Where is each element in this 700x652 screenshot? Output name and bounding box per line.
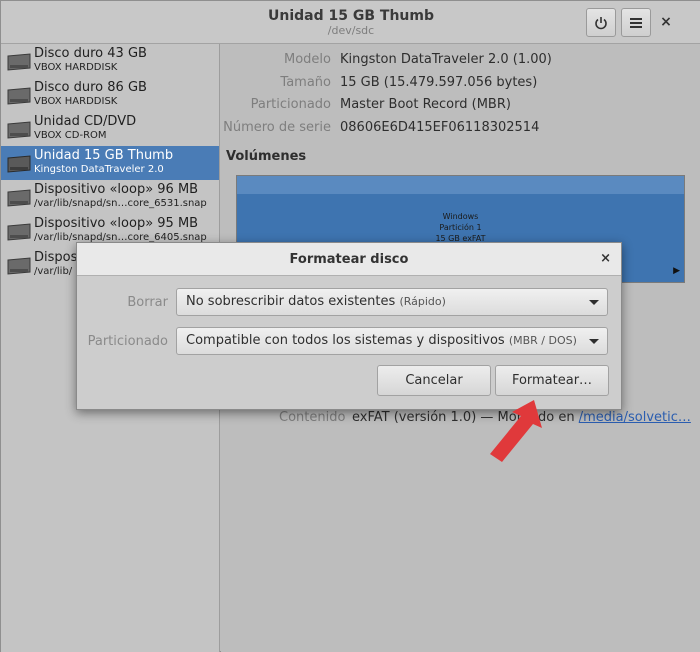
drive-name: Unidad CD/DVD	[34, 114, 137, 129]
serial-value: 08606E6D415EF06118302514	[340, 120, 540, 135]
drive-subtitle: VBOX HARDDISK	[34, 96, 118, 107]
loop-device-icon	[7, 223, 31, 241]
power-button[interactable]	[586, 8, 616, 37]
window-close-button[interactable]: ×	[655, 11, 677, 33]
optical-drive-icon	[7, 121, 31, 139]
hard-disk-icon	[7, 87, 31, 105]
drive-subtitle: Kingston DataTraveler 2.0	[34, 164, 164, 175]
hard-disk-icon	[7, 53, 31, 71]
cancel-button[interactable]: Cancelar	[377, 365, 491, 396]
drive-name: Dispos	[34, 250, 78, 265]
drive-subtitle: VBOX CD-ROM	[34, 130, 107, 141]
volumes-heading: Volúmenes	[226, 149, 307, 164]
erase-label: Borrar	[127, 295, 168, 310]
volume-label: Windows	[442, 212, 479, 221]
chevron-down-icon	[589, 339, 599, 344]
chevron-down-icon	[589, 300, 599, 305]
play-arrow-icon: ▶	[673, 266, 680, 276]
loop-device-icon	[7, 257, 31, 275]
erase-hint: (Rápido)	[399, 295, 446, 308]
volume-top-strip	[237, 176, 684, 194]
model-value: Kingston DataTraveler 2.0 (1.00)	[340, 52, 552, 67]
partitioning-option: Compatible con todos los sistemas y disp…	[186, 333, 505, 348]
model-label: Modelo	[284, 52, 331, 67]
format-button[interactable]: Formatear…	[495, 365, 609, 396]
dialog-header: Formatear disco ×	[77, 243, 621, 276]
dialog-close-button[interactable]: ×	[600, 251, 611, 266]
drive-name: Disco duro 86 GB	[34, 80, 147, 95]
drive-subtitle: /var/lib/	[34, 266, 73, 277]
partitioning-combo[interactable]: Compatible con todos los sistemas y disp…	[176, 327, 608, 355]
drive-item-selected[interactable]: Unidad 15 GB Thumb Kingston DataTraveler…	[1, 146, 219, 180]
drive-item[interactable]: Disco duro 86 GB VBOX HARDDISK	[1, 78, 219, 112]
drive-item[interactable]: Unidad CD/DVD VBOX CD-ROM	[1, 112, 219, 146]
drive-name: Dispositivo «loop» 96 MB	[34, 182, 199, 197]
drive-item[interactable]: Dispositivo «loop» 96 MB /var/lib/snapd/…	[1, 180, 219, 214]
erase-value: No sobrescribir datos existentes	[186, 294, 396, 309]
drive-subtitle: /var/lib/snapd/sn…core_6531.snap	[34, 198, 207, 209]
mount-point-link[interactable]: /media/solvetic…	[579, 410, 691, 425]
hamburger-menu-icon	[630, 17, 642, 28]
drive-name: Unidad 15 GB Thumb	[34, 148, 174, 163]
red-annotation-arrow-icon	[490, 400, 542, 462]
partitioning-value: Master Boot Record (MBR)	[340, 97, 511, 112]
drive-name: Disco duro 43 GB	[34, 46, 147, 61]
dialog-title: Formatear disco	[289, 252, 409, 267]
drive-name: Dispositivo «loop» 95 MB	[34, 216, 199, 231]
partitioning-dialog-label: Particionado	[87, 334, 168, 349]
partitioning-hint: (MBR / DOS)	[508, 334, 577, 347]
power-icon	[595, 16, 607, 29]
size-label: Tamaño	[280, 75, 331, 90]
content-label: Contenido	[279, 410, 346, 425]
menu-button[interactable]	[621, 8, 651, 37]
drive-subtitle: VBOX HARDDISK	[34, 62, 118, 73]
erase-combo[interactable]: No sobrescribir datos existentes (Rápido…	[176, 288, 608, 316]
loop-device-icon	[7, 189, 31, 207]
header-bar: Unidad 15 GB Thumb /dev/sdc ×	[1, 1, 700, 44]
volume-partition: Partición 1	[439, 223, 482, 232]
usb-drive-icon	[7, 155, 31, 173]
serial-label: Número de serie	[223, 120, 331, 135]
size-value: 15 GB (15.479.597.056 bytes)	[340, 75, 538, 90]
format-disk-dialog: Formatear disco × Borrar No sobrescribir…	[76, 242, 622, 410]
drive-item[interactable]: Disco duro 43 GB VBOX HARDDISK	[1, 44, 219, 78]
partitioning-label: Particionado	[250, 97, 331, 112]
erase-combo-text: No sobrescribir datos existentes (Rápido…	[186, 294, 446, 309]
partitioning-combo-text: Compatible con todos los sistemas y disp…	[186, 333, 577, 348]
